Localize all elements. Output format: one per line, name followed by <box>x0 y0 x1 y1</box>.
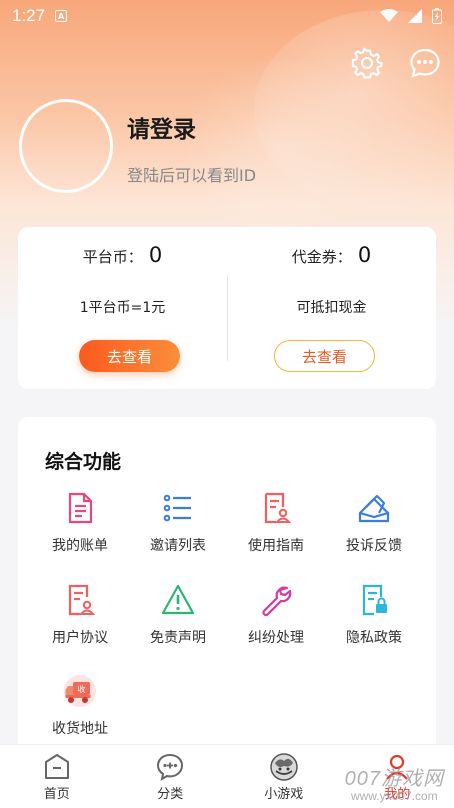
wrench-icon <box>262 586 292 617</box>
feature-label: 纠纷处理 <box>248 630 304 646</box>
list-icon <box>163 494 191 522</box>
bill-icon <box>68 492 93 524</box>
feature-complaint-feedback[interactable]: 投诉反馈 <box>322 491 426 555</box>
tab-label: 小游戏 <box>264 787 304 802</box>
tab-label: 分类 <box>157 787 184 802</box>
feature-dispute-handling[interactable]: 纠纷处理 <box>224 583 328 647</box>
feature-shipping-address[interactable]: 收 收货地址 <box>28 674 132 738</box>
platform-coin-value: 0 <box>148 243 163 267</box>
feature-privacy-policy[interactable]: 隐私政策 <box>322 583 426 647</box>
feature-label: 邀请列表 <box>150 538 206 554</box>
watermark-text: 007游戏网 <box>344 768 444 790</box>
privacy-icon <box>362 584 387 616</box>
watermark-url: www.yx007.com <box>350 789 438 803</box>
feature-label: 收货地址 <box>52 721 108 737</box>
platform-coin-label: 平台币： <box>82 248 143 266</box>
guide-icon <box>264 492 292 524</box>
view-platform-coin-button[interactable]: 去查看 <box>79 340 180 372</box>
platform-coin-rate: 1平台币=1元 <box>79 300 166 316</box>
feature-invite-list[interactable]: 邀请列表 <box>126 491 230 555</box>
tab-category[interactable]: 分类 <box>114 745 228 808</box>
warning-icon <box>161 584 195 615</box>
feature-user-guide[interactable]: 使用指南 <box>224 491 328 555</box>
wallet-card: 平台币： 0 1平台币=1元 去查看 代金券： 0 可抵扣现金 去查看 <box>18 227 436 389</box>
feature-label: 用户协议 <box>52 630 108 646</box>
watermark: 007游戏网 www.yx007.com <box>345 762 444 803</box>
home-icon <box>44 754 69 779</box>
voucher-label: 代金券： <box>291 248 352 266</box>
feature-label: 隐私政策 <box>346 630 402 646</box>
features-card: 综合功能 我的账单 邀请列表 使用指南 投诉反馈 用户协议 免责声明 纠纷处理 … <box>18 417 436 777</box>
features-title: 综合功能 <box>45 451 122 473</box>
top-actions <box>350 46 442 80</box>
avatar[interactable] <box>19 99 113 193</box>
login-hint: 登陆后可以看到ID <box>127 166 257 185</box>
feature-label: 使用指南 <box>248 538 304 554</box>
tab-home[interactable]: 首页 <box>0 745 114 808</box>
category-icon <box>157 753 184 781</box>
feature-label: 投诉反馈 <box>346 538 402 554</box>
feature-disclaimer[interactable]: 免责声明 <box>126 583 230 647</box>
signal-icon <box>408 9 422 23</box>
voucher-value: 0 <box>357 243 372 267</box>
platform-coin-section: 平台币： 0 1平台币=1元 去查看 <box>18 227 227 389</box>
delivery-truck-icon: 收 <box>64 675 96 707</box>
notification-a-icon: A <box>55 10 68 22</box>
messages-button[interactable] <box>408 46 442 80</box>
feature-label: 我的账单 <box>52 538 108 554</box>
battery-icon <box>432 8 442 24</box>
tab-label: 首页 <box>43 787 70 802</box>
delivery-badge-text: 收 <box>78 684 86 694</box>
status-time: 1:27 <box>12 6 46 25</box>
wifi-icon <box>380 9 398 22</box>
tab-mini-games[interactable]: 小游戏 <box>227 745 341 808</box>
decorative-blob <box>170 60 390 230</box>
agreement-icon <box>68 584 96 616</box>
chat-bubble-icon <box>410 48 440 78</box>
feature-user-agreement[interactable]: 用户协议 <box>28 583 132 647</box>
settings-button[interactable] <box>350 46 384 80</box>
login-prompt[interactable]: 请登录 <box>127 110 196 144</box>
view-voucher-button[interactable]: 去查看 <box>274 340 375 372</box>
feature-my-bill[interactable]: 我的账单 <box>28 491 132 555</box>
voucher-note: 可抵扣现金 <box>296 300 367 316</box>
feedback-icon <box>358 494 390 523</box>
gear-icon <box>351 47 383 79</box>
voucher-section: 代金券： 0 可抵扣现金 去查看 <box>227 227 436 389</box>
mini-game-icon <box>270 753 298 781</box>
feature-label: 免责声明 <box>150 630 206 646</box>
status-bar: 1:27 A <box>0 0 454 32</box>
